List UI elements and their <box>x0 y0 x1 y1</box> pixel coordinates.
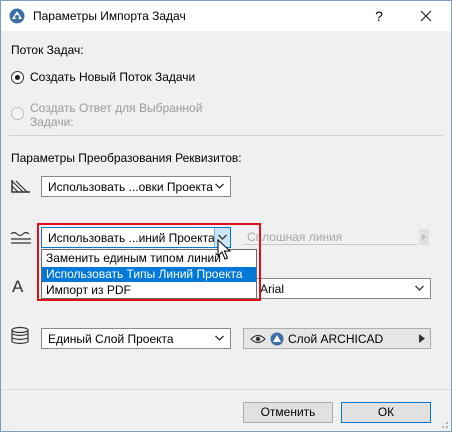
line-type-underline <box>243 244 417 245</box>
chevron-right-icon <box>419 334 425 343</box>
close-icon[interactable] <box>411 5 441 27</box>
resize-grip-icon[interactable] <box>439 419 449 429</box>
archicad-layer-icon <box>270 332 284 346</box>
help-button[interactable]: ? <box>365 5 393 27</box>
footer-divider <box>1 389 451 390</box>
radio-new-stream-label[interactable]: Создать Новый Поток Задачи <box>30 70 195 84</box>
chevron-down-icon <box>215 183 224 189</box>
radio-reply-selected[interactable] <box>11 107 24 120</box>
radio-new-stream[interactable] <box>11 71 24 84</box>
chevron-down-icon <box>215 335 224 341</box>
layer-picker-button[interactable]: Слой ARCHICAD <box>243 328 431 349</box>
mouse-cursor-icon <box>217 239 231 260</box>
conversion-heading: Параметры Преобразования Реквизитов: <box>11 151 242 165</box>
font-value: Arial <box>260 282 285 296</box>
line-type-value: Сплошная линия <box>247 230 343 244</box>
cancel-button[interactable]: Отменить <box>243 402 333 423</box>
fill-conversion-value: Использовать ...овки Проекта <box>48 180 213 194</box>
chevron-right-icon[interactable] <box>419 229 429 245</box>
window-title: Параметры Импорта Задач <box>33 9 186 23</box>
font-select[interactable]: Arial <box>253 278 431 299</box>
layer-conversion-select[interactable]: Единый Слой Проекта <box>41 328 231 349</box>
radio-reply-label-line1: Создать Ответ для Выбранной <box>30 101 203 115</box>
radio-reply-label-line2: Задачи: <box>30 115 74 129</box>
ok-button[interactable]: ОК <box>341 402 431 423</box>
archicad-app-icon <box>9 8 25 24</box>
layer-name: Слой ARCHICAD <box>288 332 384 346</box>
layers-icon <box>11 326 29 345</box>
fill-pattern-icon <box>11 180 30 193</box>
chevron-down-icon <box>415 285 424 291</box>
layer-conversion-value: Единый Слой Проекта <box>48 332 174 346</box>
task-stream-heading: Поток Задач: <box>11 43 84 57</box>
import-task-params-dialog: Параметры Импорта Задач ? Поток Задач: С… <box>0 0 452 432</box>
font-a-icon: A <box>12 277 24 296</box>
line-type-picker[interactable]: Сплошная линия <box>243 227 429 248</box>
dropdown-option-use-project[interactable]: Использовать Типы Линий Проекта <box>42 267 256 282</box>
section-divider <box>9 135 443 136</box>
eye-icon <box>250 334 266 344</box>
dropdown-option-import-pdf[interactable]: Импорт из PDF <box>42 283 256 298</box>
line-type-icon <box>10 231 31 244</box>
title-bar[interactable]: Параметры Импорта Задач ? <box>1 1 451 31</box>
fill-conversion-select[interactable]: Использовать ...овки Проекта <box>41 176 231 197</box>
